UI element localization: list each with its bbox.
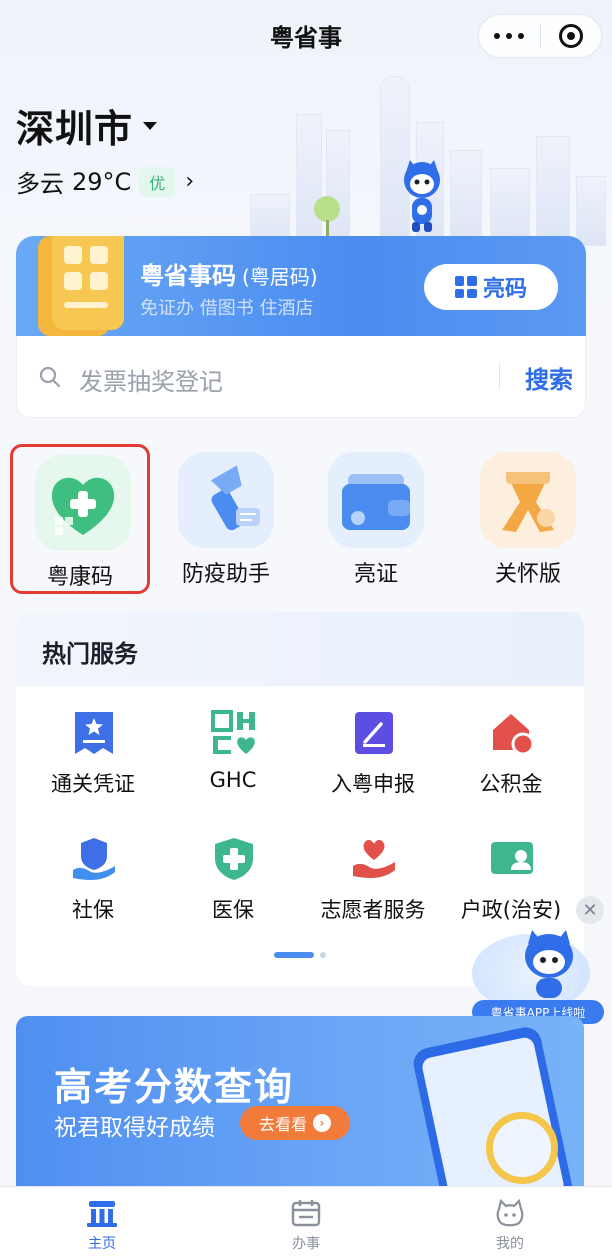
service-label: GHC [209, 768, 257, 792]
code-card-title: 粤省事码 (粤居码) [140, 262, 318, 290]
code-card-tags: 免证办 借图书 住酒店 [140, 298, 314, 319]
service-guangdong-declaration[interactable]: 入粤申报 [304, 710, 442, 820]
search-input[interactable]: 发票抽奖登记 [79, 362, 223, 397]
tab-label: 办事 [292, 1236, 320, 1252]
quick-app-label: 防疫助手 [181, 562, 270, 587]
banner-subtitle: 祝君取得好成绩 [54, 1115, 215, 1141]
customs-pass-icon [75, 712, 113, 754]
chevron-right-icon: › [313, 1114, 331, 1132]
service-medical-insurance[interactable]: 医保 [164, 836, 302, 946]
quick-app-label: 亮证 [353, 562, 398, 587]
mascot-icon [525, 930, 573, 998]
social-security-icon [73, 838, 115, 880]
banner-button-label: 去看看 [258, 1115, 307, 1134]
gaokao-banner[interactable]: 高考分数查询 祝君取得好成绩 去看看 › [16, 1016, 584, 1186]
page: 粤省事 深圳市 多云 29°C 优 › 粤省事码 (粤居码) 免证办 借图书 住… [0, 0, 612, 1260]
city-selector[interactable]: 深圳市 [16, 98, 158, 153]
quick-app-epidemic-helper[interactable]: 防疫助手 [156, 444, 296, 594]
code-card-icon [38, 236, 124, 336]
housing-fund-icon [493, 714, 535, 756]
declare-edit-icon [355, 712, 393, 754]
medical-insurance-icon [215, 838, 253, 880]
service-customs-pass[interactable]: 通关凭证 [24, 710, 162, 820]
bottom-tab-bar: 主页 办事 我的 [0, 1186, 612, 1260]
yue-code-card[interactable]: 粤省事码 (粤居码) 免证办 借图书 住酒店 亮码 [16, 236, 586, 336]
chevron-right-icon: › [185, 169, 195, 194]
quick-app-care-edition[interactable]: 关怀版 [458, 444, 598, 594]
page-indicator [274, 952, 326, 958]
mascot-face-icon [496, 1199, 524, 1227]
show-code-button[interactable]: 亮码 [424, 264, 558, 310]
ghc-icon [211, 710, 255, 754]
top-bar: 粤省事 [0, 0, 612, 72]
search-divider [499, 364, 500, 390]
hot-services-title: 热门服务 [16, 612, 584, 686]
wallet-certificate-icon [328, 452, 424, 548]
aqi-badge: 优 [139, 166, 176, 197]
service-ghc[interactable]: GHC [164, 710, 302, 820]
service-label: 户政(治安) [460, 898, 562, 922]
quick-app-label: 关怀版 [494, 562, 561, 587]
tab-home[interactable]: 主页 [0, 1187, 204, 1260]
tab-mine[interactable]: 我的 [408, 1187, 612, 1260]
service-social-security[interactable]: 社保 [24, 836, 162, 946]
city-name: 深圳市 [16, 107, 134, 151]
care-ribbon-icon [480, 452, 576, 548]
search-bar[interactable]: 发票抽奖登记 搜索 [16, 336, 586, 418]
qr-code-icon [454, 276, 477, 298]
show-code-label: 亮码 [482, 277, 527, 302]
caret-down-icon [143, 121, 158, 130]
service-label: 入粤申报 [331, 772, 415, 796]
service-label: 社保 [72, 898, 114, 922]
service-label: 志愿者服务 [320, 898, 426, 922]
mini-program-capsule [478, 14, 602, 58]
service-housing-fund[interactable]: 公积金 [442, 710, 580, 820]
more-icon[interactable] [479, 14, 540, 58]
close-promo-icon[interactable]: ✕ [576, 896, 604, 924]
quick-app-show-certificate[interactable]: 亮证 [306, 444, 446, 594]
temperature: 29°C [72, 167, 132, 196]
epidemic-helper-icon [178, 452, 274, 548]
service-label: 公积金 [479, 772, 543, 796]
banner-go-button[interactable]: 去看看 › [240, 1106, 350, 1140]
close-mini-program-icon[interactable] [540, 14, 601, 58]
weather-condition: 多云 [16, 170, 64, 198]
service-label: 通关凭证 [51, 772, 135, 796]
tab-label: 主页 [88, 1236, 116, 1252]
tab-label: 我的 [496, 1236, 524, 1252]
magnifier-icon [486, 1112, 558, 1184]
service-label: 医保 [212, 898, 254, 922]
service-volunteer[interactable]: 志愿者服务 [304, 836, 442, 946]
banner-title: 高考分数查询 [54, 1065, 295, 1109]
household-id-card-icon [491, 842, 533, 874]
mascot-icon [404, 160, 440, 232]
quick-app-label: 粤康码 [46, 565, 113, 590]
tab-services[interactable]: 办事 [204, 1187, 408, 1260]
weather-row[interactable]: 多云 29°C 优 › [16, 164, 194, 199]
quick-app-health-code[interactable]: 粤康码 [10, 444, 150, 594]
calendar-icon [291, 1200, 321, 1227]
health-code-heart-icon [35, 455, 131, 551]
volunteer-heart-hand-icon [353, 839, 395, 878]
search-icon [39, 366, 61, 388]
home-building-icon [87, 1201, 117, 1227]
quick-apps: 粤康码 防疫助手 亮证 关怀版 [0, 444, 612, 594]
search-button[interactable]: 搜索 [509, 360, 589, 395]
